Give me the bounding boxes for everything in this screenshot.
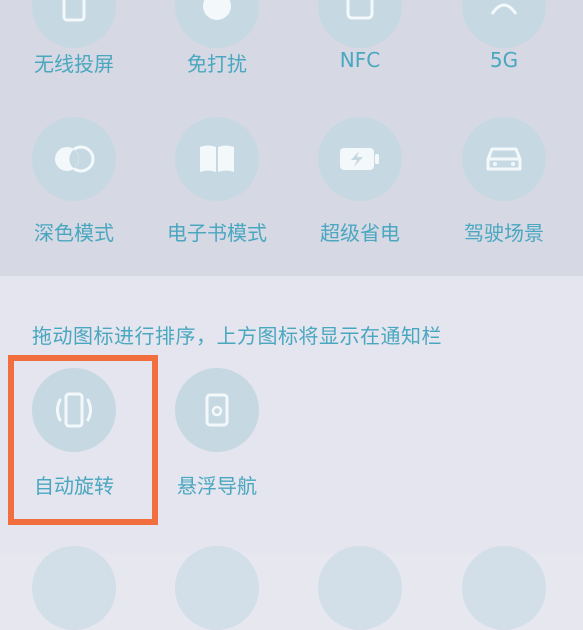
5g-icon: [462, 0, 546, 48]
tile-do-not-disturb[interactable]: 免打扰: [157, 0, 277, 104]
tile-floating-navigation[interactable]: 悬浮导航: [157, 368, 277, 508]
partial-tile-circle: [175, 546, 259, 630]
sort-hint-text: 拖动图标进行排序，上方图标将显示在通知栏: [32, 324, 442, 348]
tile-dark-mode[interactable]: 深色模式: [14, 117, 134, 257]
dark-mode-icon: [32, 117, 116, 201]
floating-navigation-icon: [175, 368, 259, 452]
tile-5g[interactable]: 5G: [444, 0, 564, 104]
tile-label: 5G: [489, 48, 519, 72]
partial-tile-circle: [318, 546, 402, 630]
tile-driving-scene[interactable]: 驾驶场景: [444, 117, 564, 257]
highlight-frame: [8, 355, 158, 525]
partial-tile-circle: [462, 546, 546, 630]
tile-nfc[interactable]: NFC: [300, 0, 420, 104]
tile-label: 深色模式: [34, 221, 114, 245]
tile-label: 悬浮导航: [177, 474, 257, 498]
tile-label: 电子书模式: [167, 221, 267, 245]
book-icon: [175, 117, 259, 201]
tile-ebook-mode[interactable]: 电子书模式: [157, 117, 277, 257]
tile-label: 无线投屏: [34, 52, 114, 76]
car-icon: [462, 117, 546, 201]
tile-label: 超级省电: [320, 221, 400, 245]
tile-super-power-saving[interactable]: 超级省电: [300, 117, 420, 257]
tile-wireless-projection[interactable]: 无线投屏: [14, 0, 134, 104]
nfc-icon: [318, 0, 402, 48]
tile-label: 驾驶场景: [464, 221, 544, 245]
tile-label: NFC: [339, 48, 381, 72]
battery-saver-icon: [318, 117, 402, 201]
moon-icon: [175, 0, 259, 48]
screen-cast-icon: [32, 0, 116, 48]
tile-label: 免打扰: [187, 52, 247, 76]
partial-tile-circle: [32, 546, 116, 630]
